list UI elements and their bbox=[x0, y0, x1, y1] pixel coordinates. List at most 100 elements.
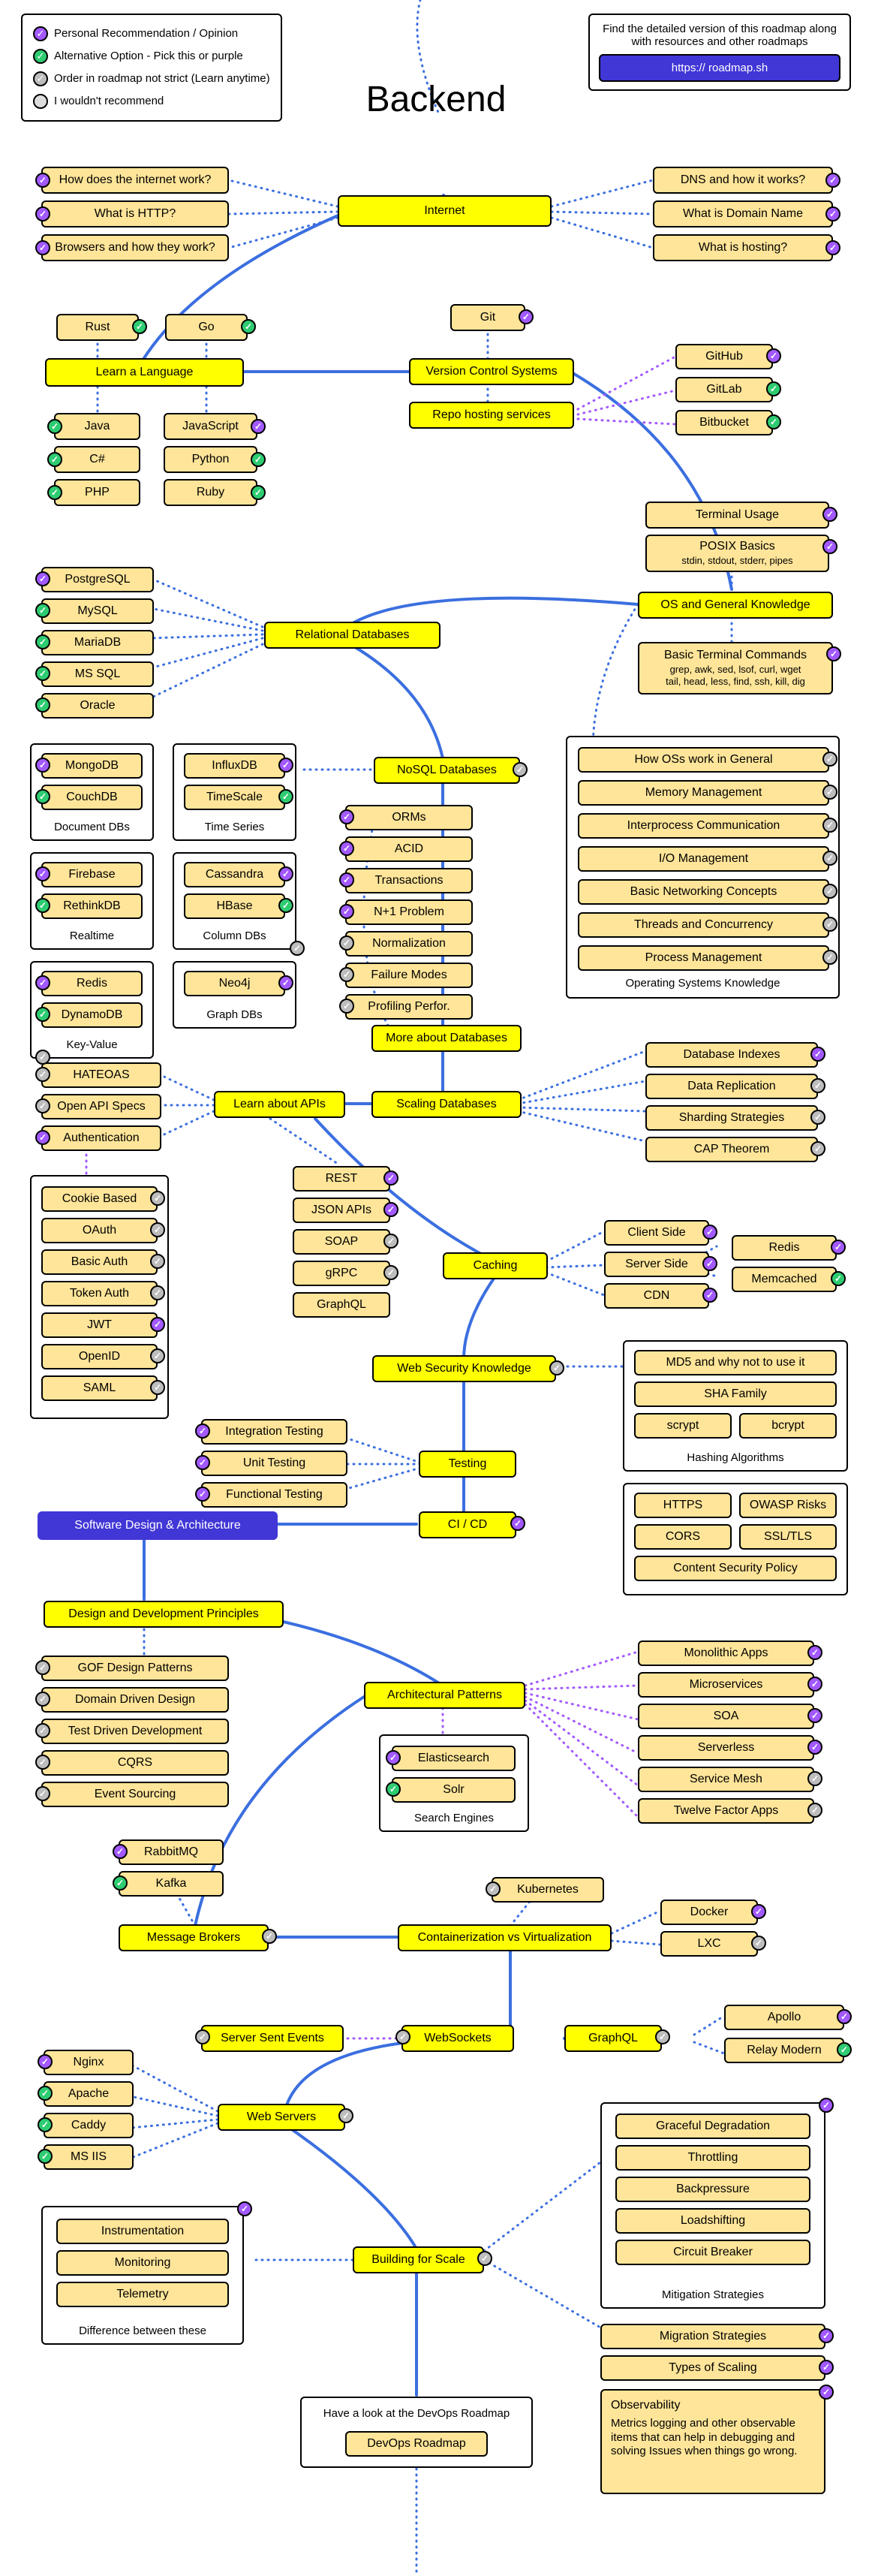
node-python[interactable]: Python bbox=[164, 446, 257, 473]
node-design-dev-principles[interactable]: Design and Development Principles bbox=[44, 1601, 284, 1628]
node-vcs[interactable]: Version Control Systems bbox=[409, 358, 574, 385]
node-docker[interactable]: Docker bbox=[660, 1900, 758, 1925]
node-dynamodb[interactable]: DynamoDB bbox=[41, 1002, 143, 1028]
node-kubernetes[interactable]: Kubernetes bbox=[492, 1877, 604, 1903]
node-caching[interactable]: Caching bbox=[443, 1252, 548, 1279]
node-terminal-usage[interactable]: Terminal Usage bbox=[645, 502, 829, 529]
node-repo-hosting[interactable]: Repo hosting services bbox=[409, 402, 574, 429]
node-cache-redis[interactable]: Redis bbox=[732, 1235, 837, 1261]
node-git[interactable]: Git bbox=[450, 304, 525, 331]
node-internet-how[interactable]: How does the internet work? bbox=[41, 167, 229, 194]
node-normalization[interactable]: Normalization bbox=[345, 931, 473, 957]
node-domain-name[interactable]: What is Domain Name bbox=[653, 200, 833, 227]
node-lxc[interactable]: LXC bbox=[660, 1931, 758, 1957]
node-what-is-http[interactable]: What is HTTP? bbox=[41, 200, 229, 227]
node-rethinkdb[interactable]: RethinkDB bbox=[41, 893, 143, 919]
node-functional-testing[interactable]: Functional Testing bbox=[201, 1482, 347, 1508]
node-java[interactable]: Java bbox=[54, 413, 140, 440]
node-sha[interactable]: SHA Family bbox=[634, 1381, 837, 1407]
node-apis[interactable]: Learn about APIs bbox=[214, 1091, 345, 1118]
node-influxdb[interactable]: InfluxDB bbox=[184, 753, 285, 779]
node-oracle[interactable]: Oracle bbox=[41, 693, 154, 719]
node-caddy[interactable]: Caddy bbox=[44, 2113, 134, 2138]
node-transactions[interactable]: Transactions bbox=[345, 868, 473, 893]
node-basic-auth[interactable]: Basic Auth bbox=[41, 1249, 158, 1275]
node-twelve-factor[interactable]: Twelve Factor Apps bbox=[638, 1798, 814, 1824]
node-observability[interactable]: Observability Metrics logging and other … bbox=[600, 2389, 825, 2494]
node-neo4j[interactable]: Neo4j bbox=[184, 971, 285, 996]
node-solr[interactable]: Solr bbox=[392, 1777, 516, 1803]
node-graphql-api[interactable]: GraphQL bbox=[293, 1292, 390, 1318]
node-web-servers[interactable]: Web Servers bbox=[218, 2104, 345, 2131]
node-backpressure[interactable]: Backpressure bbox=[615, 2177, 810, 2202]
node-go[interactable]: Go bbox=[165, 314, 248, 341]
node-owasp[interactable]: OWASP Risks bbox=[739, 1493, 837, 1518]
node-auth[interactable]: Authentication bbox=[41, 1125, 161, 1151]
node-scrypt[interactable]: scrypt bbox=[634, 1413, 732, 1439]
node-containerization[interactable]: Containerization vs Virtualization bbox=[398, 1924, 612, 1951]
node-cdn[interactable]: CDN bbox=[604, 1283, 709, 1309]
node-bcrypt[interactable]: bcrypt bbox=[739, 1413, 837, 1439]
node-cookie[interactable]: Cookie Based bbox=[41, 1186, 158, 1212]
node-mssql[interactable]: MS SQL bbox=[41, 661, 154, 687]
node-serverless[interactable]: Serverless bbox=[638, 1735, 814, 1761]
node-failure-modes[interactable]: Failure Modes bbox=[345, 963, 473, 988]
node-data-replication[interactable]: Data Replication bbox=[645, 1074, 818, 1099]
node-message-brokers[interactable]: Message Brokers bbox=[119, 1924, 269, 1951]
node-token-auth[interactable]: Token Auth bbox=[41, 1281, 158, 1306]
node-https[interactable]: HTTPS bbox=[634, 1493, 732, 1518]
node-saml[interactable]: SAML bbox=[41, 1375, 158, 1401]
node-profiling[interactable]: Profiling Perfor. bbox=[345, 994, 473, 1020]
node-unit-testing[interactable]: Unit Testing bbox=[201, 1451, 347, 1476]
node-threads[interactable]: Threads and Concurrency bbox=[578, 912, 829, 938]
node-n1[interactable]: N+1 Problem bbox=[345, 899, 473, 925]
node-service-mesh[interactable]: Service Mesh bbox=[638, 1767, 814, 1792]
node-memcached[interactable]: Memcached bbox=[732, 1267, 837, 1292]
node-memory[interactable]: Memory Management bbox=[578, 780, 829, 806]
node-client-side[interactable]: Client Side bbox=[604, 1220, 709, 1246]
node-iis[interactable]: MS IIS bbox=[44, 2144, 134, 2170]
node-openapi[interactable]: Open API Specs bbox=[41, 1094, 161, 1119]
node-monitoring[interactable]: Monitoring bbox=[56, 2250, 229, 2276]
node-telemetry[interactable]: Telemetry bbox=[56, 2282, 229, 2307]
node-md5[interactable]: MD5 and why not to use it bbox=[634, 1350, 837, 1375]
node-elasticsearch[interactable]: Elasticsearch bbox=[392, 1746, 516, 1771]
node-circuit-breaker[interactable]: Circuit Breaker bbox=[615, 2240, 810, 2265]
node-csp[interactable]: Content Security Policy bbox=[634, 1556, 837, 1581]
node-soap[interactable]: SOAP bbox=[293, 1229, 390, 1255]
node-orms[interactable]: ORMs bbox=[345, 805, 473, 830]
node-rest[interactable]: REST bbox=[293, 1166, 390, 1192]
node-dns[interactable]: DNS and how it works? bbox=[653, 167, 833, 194]
node-hbase[interactable]: HBase bbox=[184, 893, 285, 919]
node-browsers[interactable]: Browsers and how they work? bbox=[41, 234, 229, 261]
node-event-sourcing[interactable]: Event Sourcing bbox=[41, 1782, 229, 1807]
node-tdd[interactable]: Test Driven Development bbox=[41, 1719, 229, 1744]
node-internet[interactable]: Internet bbox=[338, 195, 552, 227]
node-io[interactable]: I/O Management bbox=[578, 846, 829, 872]
node-javascript[interactable]: JavaScript bbox=[164, 413, 257, 440]
node-gitlab[interactable]: GitLab bbox=[675, 377, 773, 402]
node-mongodb[interactable]: MongoDB bbox=[41, 753, 143, 779]
node-csharp[interactable]: C# bbox=[54, 446, 140, 473]
node-relay[interactable]: Relay Modern bbox=[724, 2038, 844, 2063]
node-rust[interactable]: Rust bbox=[56, 314, 139, 341]
node-os-general[interactable]: OS and General Knowledge bbox=[638, 592, 833, 619]
node-monolithic[interactable]: Monolithic Apps bbox=[638, 1641, 814, 1666]
node-nosql[interactable]: NoSQL Databases bbox=[374, 757, 520, 784]
node-apache[interactable]: Apache bbox=[44, 2081, 134, 2107]
node-web-security[interactable]: Web Security Knowledge bbox=[372, 1355, 556, 1382]
node-ruby[interactable]: Ruby bbox=[164, 479, 257, 506]
node-building-for-scale[interactable]: Building for Scale bbox=[353, 2246, 484, 2273]
node-db-indexes[interactable]: Database Indexes bbox=[645, 1042, 818, 1068]
node-postgresql[interactable]: PostgreSQL bbox=[41, 567, 154, 592]
node-websockets[interactable]: WebSockets bbox=[401, 2025, 514, 2052]
node-firebase[interactable]: Firebase bbox=[41, 862, 143, 887]
node-graceful[interactable]: Graceful Degradation bbox=[615, 2114, 810, 2139]
node-hosting[interactable]: What is hosting? bbox=[653, 234, 833, 261]
node-apollo[interactable]: Apollo bbox=[724, 2005, 844, 2030]
node-ssltls[interactable]: SSL/TLS bbox=[739, 1524, 837, 1550]
node-microservices[interactable]: Microservices bbox=[638, 1672, 814, 1698]
node-os-general-work[interactable]: How OSs work in General bbox=[578, 747, 829, 773]
node-soa[interactable]: SOA bbox=[638, 1704, 814, 1729]
node-testing[interactable]: Testing bbox=[419, 1451, 516, 1478]
